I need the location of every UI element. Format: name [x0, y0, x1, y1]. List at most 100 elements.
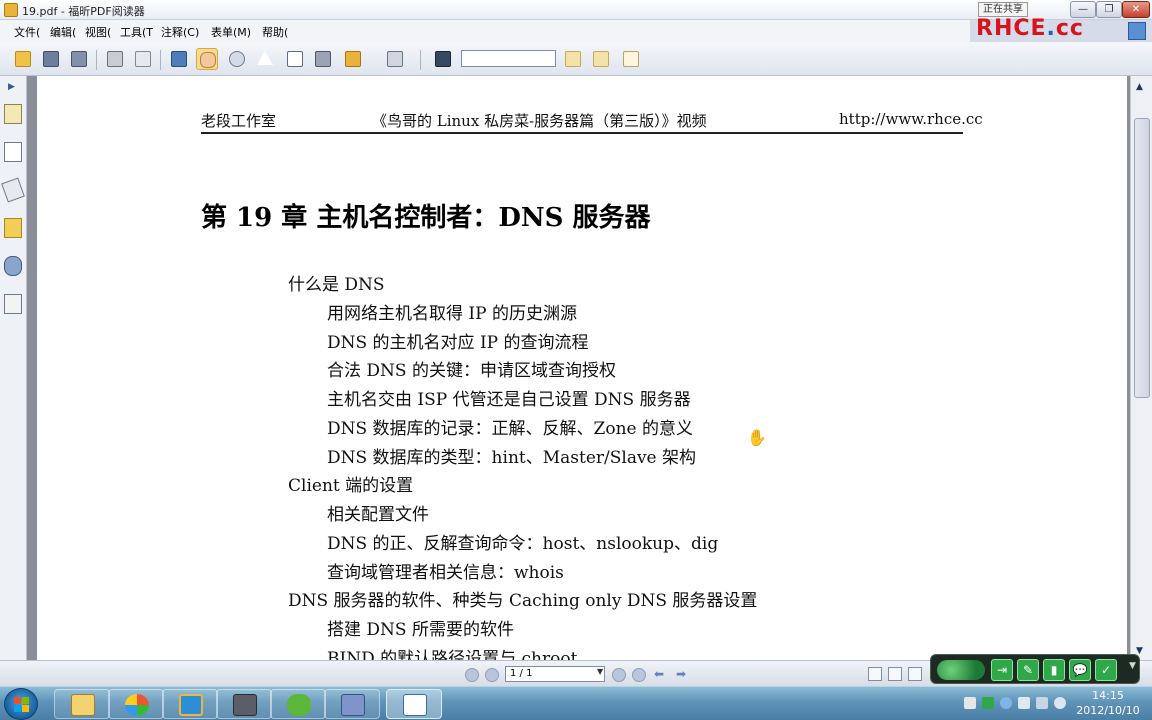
- document-view[interactable]: 老段工作室 《鸟哥的 Linux 私房菜-服务器篇（第三版）》视频 http:/…: [27, 76, 1130, 660]
- screen-share-panel: ⇥ ✎ ▮ 💬 ✓ ▼: [930, 654, 1140, 684]
- flag-icon[interactable]: [1036, 697, 1048, 709]
- facing-view-icon[interactable]: [908, 667, 922, 681]
- pdf-reader-icon: [403, 694, 427, 716]
- zoom-tool-icon[interactable]: [226, 48, 248, 70]
- left-navigation-panel: ▶: [0, 76, 27, 660]
- toolbar-separator: [160, 50, 161, 70]
- tray-share-icon[interactable]: [982, 697, 994, 709]
- resize-icon[interactable]: [1128, 22, 1146, 40]
- share-exit-button[interactable]: ⇥: [991, 659, 1013, 681]
- last-page-icon[interactable]: [632, 668, 646, 682]
- pages-icon[interactable]: [4, 142, 22, 162]
- toolbar-separator: [420, 50, 421, 70]
- continuous-view-icon[interactable]: [888, 667, 902, 681]
- media-player-icon: [233, 694, 257, 716]
- find-binoculars-icon[interactable]: [432, 48, 454, 70]
- bookmarks-icon[interactable]: [4, 104, 22, 124]
- scroll-thumb[interactable]: [1134, 118, 1150, 398]
- menu-view[interactable]: 视图(: [85, 24, 111, 40]
- toc-item: Client 端的设置: [288, 476, 414, 496]
- find-input[interactable]: [461, 50, 556, 67]
- taskbar-media-player[interactable]: [216, 689, 272, 719]
- share-presenter-button[interactable]: ▮: [1043, 659, 1065, 681]
- volume-icon[interactable]: [1054, 697, 1066, 709]
- menu-tools[interactable]: 工具(T: [120, 24, 153, 40]
- toc-item: BIND 的默认路径设置与 chroot: [327, 649, 578, 660]
- rms-icon[interactable]: [342, 48, 364, 70]
- email-icon[interactable]: [132, 48, 154, 70]
- taskbar-pdf-reader[interactable]: [386, 689, 442, 719]
- network-signal-icon[interactable]: [1018, 697, 1030, 709]
- menu-form[interactable]: 表单(M): [211, 24, 251, 40]
- single-page-view-icon[interactable]: [868, 667, 882, 681]
- toc-item: 查询域管理者相关信息：whois: [327, 563, 564, 583]
- start-button[interactable]: [4, 688, 38, 720]
- toc-item: 什么是 DNS: [288, 275, 385, 295]
- browser-icon: [179, 694, 203, 716]
- restore-button[interactable]: ❐: [1096, 1, 1122, 18]
- forward-arrow-icon[interactable]: ➡: [676, 667, 686, 681]
- taskbar: 14:15 2012/10/10: [0, 686, 1152, 720]
- close-button[interactable]: ✕: [1122, 1, 1150, 18]
- layers-icon[interactable]: [1, 177, 25, 203]
- first-page-icon[interactable]: [465, 668, 479, 682]
- back-arrow-icon[interactable]: ⬅: [654, 667, 664, 681]
- typewriter-icon[interactable]: [384, 48, 406, 70]
- sharing-badge: 正在共享: [978, 2, 1028, 17]
- previous-page-icon[interactable]: [485, 668, 499, 682]
- snapshot-icon[interactable]: [312, 48, 334, 70]
- print-icon[interactable]: [104, 48, 126, 70]
- share-annotate-button[interactable]: ✎: [1017, 659, 1039, 681]
- panel-expand-icon[interactable]: ▶: [8, 82, 15, 92]
- menu-bar: 文件( 编辑( 视图( 工具(T 注释(C) 表单(M) 帮助(: [0, 20, 970, 42]
- toc-item: 搭建 DNS 所需要的软件: [327, 620, 514, 640]
- select-arrow-icon[interactable]: [254, 48, 276, 70]
- open-folder-icon[interactable]: [12, 48, 34, 70]
- explorer-icon: [71, 694, 95, 716]
- tray-chat-icon[interactable]: [1000, 697, 1012, 709]
- toc-item: DNS 的主机名对应 IP 的查询流程: [327, 333, 589, 353]
- hand-tool-icon[interactable]: [196, 48, 218, 70]
- taskbar-media-center[interactable]: [108, 689, 164, 719]
- screen-icon[interactable]: [168, 48, 190, 70]
- parrot-icon: [287, 694, 311, 716]
- text-select-icon[interactable]: [284, 48, 306, 70]
- menu-edit[interactable]: 编辑(: [50, 24, 76, 40]
- menu-file[interactable]: 文件(: [14, 24, 40, 40]
- page-number-input[interactable]: 1 / 1: [505, 666, 605, 682]
- share-check-button[interactable]: ✓: [1095, 659, 1117, 681]
- find-next-icon[interactable]: [590, 48, 612, 70]
- vertical-scrollbar[interactable]: ▲ ▼: [1130, 76, 1152, 660]
- header-left: 老段工作室: [201, 112, 277, 130]
- media-center-icon: [125, 694, 149, 716]
- scroll-up-icon[interactable]: ▲: [1136, 82, 1143, 92]
- menu-help[interactable]: 帮助(: [262, 24, 288, 40]
- toc-item: 相关配置文件: [327, 505, 429, 525]
- taskbar-network-app[interactable]: [324, 689, 380, 719]
- attachments-icon[interactable]: [4, 256, 22, 276]
- share-logo-icon: [937, 660, 985, 680]
- toc-item: DNS 数据库的类型：hint、Master/Slave 架构: [327, 448, 697, 468]
- page-dropdown-icon[interactable]: ▼: [597, 667, 603, 676]
- save-as-icon[interactable]: [68, 48, 90, 70]
- window-title: 19.pdf - 福昕PDF阅读器: [22, 5, 145, 18]
- tray-app-icon[interactable]: [964, 697, 976, 709]
- document-properties-icon[interactable]: [620, 48, 642, 70]
- signatures-icon[interactable]: [4, 294, 22, 314]
- toc-item: DNS 数据库的记录：正解、反解、Zone 的意义: [327, 419, 694, 439]
- find-previous-icon[interactable]: [562, 48, 584, 70]
- pdf-page: 老段工作室 《鸟哥的 Linux 私房菜-服务器篇（第三版）》视频 http:/…: [37, 76, 1127, 660]
- comments-icon[interactable]: [4, 218, 22, 238]
- windows-flag-icon: [14, 697, 30, 713]
- brand-dot: .: [1046, 16, 1056, 41]
- toc-item: 用网络主机名取得 IP 的历史渊源: [327, 304, 577, 324]
- taskbar-browser[interactable]: [162, 689, 218, 719]
- taskbar-explorer[interactable]: [54, 689, 110, 719]
- share-chat-button[interactable]: 💬: [1069, 659, 1091, 681]
- clock[interactable]: 14:15 2012/10/10: [1068, 688, 1148, 718]
- next-page-icon[interactable]: [612, 668, 626, 682]
- menu-comment[interactable]: 注释(C): [161, 24, 199, 40]
- taskbar-parrot-app[interactable]: [270, 689, 326, 719]
- save-icon[interactable]: [40, 48, 62, 70]
- share-more-icon[interactable]: ▼: [1129, 661, 1136, 671]
